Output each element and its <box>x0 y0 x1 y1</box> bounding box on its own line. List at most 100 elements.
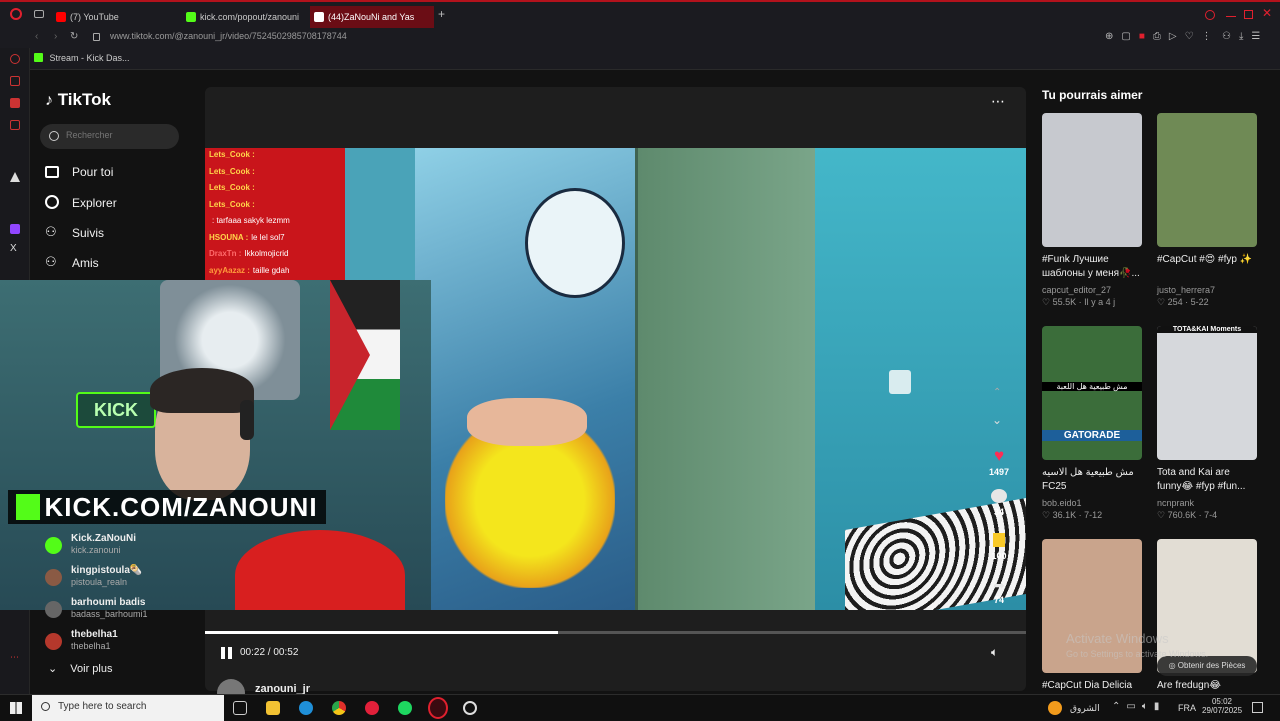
nav-friends[interactable]: ⚇ Amis <box>45 255 185 273</box>
video-author[interactable]: justo_herrera7 <box>1157 285 1257 295</box>
account-icon[interactable]: ⚇⤓☰ <box>1222 31 1268 42</box>
kick-icon <box>186 12 196 22</box>
post-date: 5-22 <box>1190 297 1209 307</box>
heart-outline-icon: ♡ <box>1042 297 1053 307</box>
back-icon[interactable]: ‹ <box>35 31 38 42</box>
sidebar-opera-icon[interactable] <box>10 54 20 64</box>
recommended-video-card[interactable]: Are fredugn😂 <box>1157 539 1257 707</box>
streamer-hair <box>150 368 254 413</box>
sidebar-messenger-icon[interactable] <box>10 98 20 108</box>
light-switch <box>889 370 911 394</box>
tab-switch-icon[interactable] <box>34 10 44 18</box>
sidebar-aria-icon[interactable] <box>10 76 20 86</box>
opera-gx-icon[interactable] <box>428 697 448 719</box>
save-button[interactable]: 100 <box>979 533 1019 561</box>
nav-for-you[interactable]: Pour toi <box>45 164 185 182</box>
search-input[interactable] <box>66 130 171 140</box>
see-more-button[interactable]: ⌄ Voir plus <box>48 662 112 675</box>
video-thumbnail[interactable] <box>1042 113 1142 247</box>
browser-logo-icon[interactable] <box>10 8 22 20</box>
post-date: 7-4 <box>1204 510 1218 520</box>
tab-kick[interactable]: kick.com/popout/zanouni <box>182 6 304 28</box>
following-account[interactable]: kingpistoula🌯 pistoula_realn <box>45 565 185 591</box>
new-tab-button[interactable]: + <box>438 7 445 21</box>
headphones <box>240 400 254 440</box>
recommended-video-card[interactable]: مش طبيعية هل اللعبة GATORADE مش طبيعية هل … <box>1042 326 1142 521</box>
chat-username: ayyAazaz : <box>209 265 250 275</box>
maximize-icon[interactable] <box>1244 10 1253 19</box>
sidebar-news-icon[interactable] <box>10 120 20 130</box>
search-icon[interactable] <box>1205 10 1215 20</box>
url-field[interactable]: www.tiktok.com/@zanouni_jr/video/7524502… <box>110 31 347 41</box>
get-coins-button[interactable]: ◎ Obtenir des Pièces <box>1157 656 1257 676</box>
bookmarks-bar: Stream - Kick Das... <box>0 48 1280 70</box>
avatar <box>45 601 62 618</box>
video-thumbnail[interactable]: TOTA&KAI Moments <box>1157 326 1257 460</box>
reload-icon[interactable]: ↻ <box>70 31 78 42</box>
tab-tiktok[interactable]: (44)ZaNouNi and Yas <box>310 6 434 28</box>
spotify-icon[interactable] <box>398 701 412 715</box>
tiktok-logo[interactable]: ♪ TikTok <box>45 90 111 110</box>
following-account[interactable]: barhoumi badis badass_barhoumi1 <box>45 597 185 623</box>
progress-bar[interactable] <box>205 631 1026 634</box>
comment-button[interactable]: 34 <box>979 489 1019 517</box>
dancer-back <box>467 398 587 446</box>
sidebar-send-icon[interactable] <box>10 172 20 182</box>
kick-icon <box>34 53 43 62</box>
teddy-bear <box>235 530 405 610</box>
mural-character <box>525 188 625 298</box>
video-author[interactable]: bob.eido1 <box>1042 498 1142 508</box>
taskbar-search[interactable]: Type here to search <box>32 695 224 721</box>
stream-chat: Lets_Cook : Lets_Cook : Lets_Cook : Lets_Co… <box>205 148 345 280</box>
notification-icon[interactable] <box>1252 702 1263 713</box>
sidebar-more-icon[interactable]: ⋯ <box>10 652 20 662</box>
chrome-icon[interactable] <box>332 701 346 715</box>
recommended-video-card[interactable]: #CapCut Dia Delicia <box>1042 539 1142 707</box>
tab-youtube[interactable]: (7) YouTube <box>52 6 176 28</box>
scroll-up-icon[interactable]: ⌃ <box>993 387 1001 398</box>
following-account[interactable]: Kick.ZaNouNi kick.zanouni <box>45 533 185 559</box>
volume-icon[interactable]: 🔈︎ <box>991 645 998 660</box>
chat-username: HSOUNA : <box>209 232 249 242</box>
file-explorer-icon[interactable] <box>266 701 280 715</box>
video-thumbnail[interactable]: مش طبيعية هل اللعبة GATORADE <box>1042 326 1142 460</box>
video-author[interactable]: ncnprank <box>1157 498 1257 508</box>
scroll-down-icon[interactable]: ⌄ <box>992 413 1002 427</box>
account-name: thebelha1 <box>71 629 118 640</box>
recommended-video-card[interactable]: #CapCut #😍 #fyp ✨ justo_herrera7 ♡ 254 · 5… <box>1157 113 1257 308</box>
nav-following[interactable]: ⚇ Suivis <box>45 225 185 243</box>
forward-icon[interactable]: › <box>54 31 57 42</box>
sidebar-x-icon[interactable]: X <box>10 244 20 254</box>
recommended-video-card[interactable]: #Funk Лучшие шаблоны у меня🥀... capcut_ed… <box>1042 113 1142 308</box>
close-icon[interactable]: ✕ <box>1262 6 1272 20</box>
app-red-icon[interactable] <box>365 701 379 715</box>
video-stats: ♡ 55.5K · Il y a 4 j <box>1042 297 1142 308</box>
windows-start-icon[interactable] <box>10 702 22 714</box>
task-view-icon[interactable] <box>233 701 247 715</box>
like-count: 760.6K <box>1167 510 1197 520</box>
share-button[interactable]: ➦ 74 <box>979 577 1019 605</box>
home-icon <box>45 166 59 178</box>
more-options-icon[interactable]: ⋯ <box>991 93 1005 110</box>
edge-icon[interactable] <box>299 701 313 715</box>
language-indicator[interactable]: FRA <box>1178 703 1196 713</box>
post-date: Il y a 4 j <box>1084 297 1116 307</box>
video-thumbnail[interactable] <box>1157 113 1257 247</box>
nav-explore[interactable]: Explorer <box>45 195 185 213</box>
app-gauge-icon[interactable] <box>463 701 477 715</box>
tray-icons[interactable]: ⌃▭🔈︎▮ <box>1112 701 1165 712</box>
bookmark-kick[interactable]: Stream - Kick Das... <box>34 53 130 63</box>
minimize-icon[interactable] <box>1226 16 1236 17</box>
clock[interactable]: 05:02 29/07/2025 <box>1202 697 1242 715</box>
search-box[interactable] <box>40 124 179 149</box>
kick-url-overlay: KICK.COM/ZANOUNI <box>8 490 326 524</box>
like-button[interactable]: ♥ 1497 <box>979 447 1019 478</box>
sidebar-twitch-icon[interactable] <box>10 224 20 234</box>
separator: · <box>1182 297 1191 307</box>
pause-button[interactable] <box>221 647 232 659</box>
recommended-video-card[interactable]: TOTA&KAI Moments Tota and Kai are funny😂 … <box>1157 326 1257 521</box>
video-author[interactable]: capcut_editor_27 <box>1042 285 1142 295</box>
account-handle: thebelha1 <box>71 641 111 651</box>
following-account[interactable]: thebelha1 thebelha1 <box>45 629 185 655</box>
chat-text: : tarfaaa sakyk lezmm <box>212 216 290 225</box>
